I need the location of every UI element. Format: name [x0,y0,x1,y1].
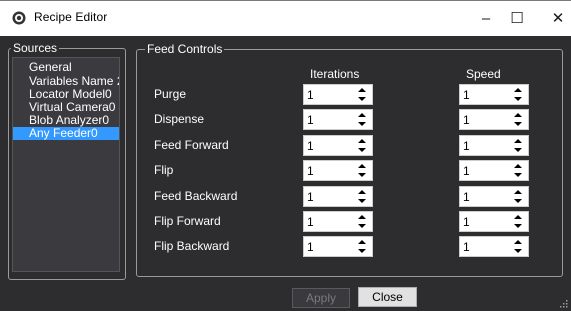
feed-controls-group: Feed Controls Iterations Speed Purge 1 1… [136,42,563,277]
feed-forward-speed-spinner[interactable]: 1 [459,135,529,156]
spinner-value: 1 [463,215,470,229]
apply-button[interactable]: Apply [292,288,350,308]
window-title: Recipe Editor [34,10,108,24]
spinner-arrows-icon[interactable] [514,112,522,127]
spinner-value: 1 [307,164,314,178]
flip-forward-iterations-spinner[interactable]: 1 [303,211,373,232]
spinner-value: 1 [463,240,470,254]
spinner-value: 1 [463,164,470,178]
close-window-button[interactable]: ✕ [535,1,571,37]
spinner-arrows-icon[interactable] [358,112,366,127]
flip-backward-iterations-spinner[interactable]: 1 [303,236,373,257]
recipe-editor-window: Recipe Editor – ☐ ✕ Sources General Vari… [0,0,571,311]
title-bar[interactable]: Recipe Editor – ☐ ✕ [0,0,571,37]
resize-grip-icon[interactable] [560,300,568,308]
flip-backward-speed-spinner[interactable]: 1 [459,236,529,257]
spinner-arrows-icon[interactable] [514,87,522,102]
spinner-arrows-icon[interactable] [358,87,366,102]
spinner-arrows-icon[interactable] [514,163,522,178]
iterations-column-header: Iterations [310,67,360,81]
spinner-value: 1 [307,190,314,204]
sources-group: Sources General Variables Name 2 Locator… [8,41,126,280]
spinner-value: 1 [307,113,314,127]
purge-iterations-spinner[interactable]: 1 [303,84,373,105]
sources-item-any-feeder[interactable]: Any Feeder0 [13,127,119,140]
sources-item-blob-analyzer[interactable]: Blob Analyzer0 [13,114,119,127]
sources-group-label: Sources [11,41,60,55]
spinner-value: 1 [307,240,314,254]
row-label-flip-backward: Flip Backward [154,239,230,253]
maximize-button[interactable]: ☐ [494,1,540,37]
sources-item-virtual-camera[interactable]: Virtual Camera0 [13,101,119,114]
spinner-value: 1 [463,139,470,153]
flip-iterations-spinner[interactable]: 1 [303,160,373,181]
feed-backward-speed-spinner[interactable]: 1 [459,186,529,207]
speed-column-header: Speed [466,67,501,81]
spinner-arrows-icon[interactable] [358,239,366,254]
sources-item-variables[interactable]: Variables Name 2 [13,75,119,88]
spinner-arrows-icon[interactable] [358,214,366,229]
spinner-arrows-icon[interactable] [514,239,522,254]
spinner-arrows-icon[interactable] [514,138,522,153]
spinner-value: 1 [307,88,314,102]
dispense-speed-spinner[interactable]: 1 [459,109,529,130]
client-area: Sources General Variables Name 2 Locator… [0,36,571,311]
spinner-value: 1 [463,113,470,127]
dispense-iterations-spinner[interactable]: 1 [303,109,373,130]
feed-forward-iterations-spinner[interactable]: 1 [303,135,373,156]
row-label-flip-forward: Flip Forward [154,214,221,228]
sources-item-general[interactable]: General [13,61,119,74]
row-label-feed-forward: Feed Forward [154,138,229,152]
row-label-dispense: Dispense [154,112,205,126]
sources-list[interactable]: General Variables Name 2 Locator Model0 … [12,57,120,272]
spinner-value: 1 [463,190,470,204]
row-label-purge: Purge [154,87,187,101]
sources-item-locator[interactable]: Locator Model0 [13,88,119,101]
flip-forward-speed-spinner[interactable]: 1 [459,211,529,232]
row-label-feed-backward: Feed Backward [154,189,238,203]
row-label-flip: Flip [154,163,174,177]
spinner-arrows-icon[interactable] [358,189,366,204]
purge-speed-spinner[interactable]: 1 [459,84,529,105]
app-icon [12,11,26,25]
spinner-value: 1 [307,139,314,153]
feed-controls-label: Feed Controls [145,42,225,56]
close-button[interactable]: Close [358,287,417,307]
spinner-arrows-icon[interactable] [358,163,366,178]
feed-backward-iterations-spinner[interactable]: 1 [303,186,373,207]
spinner-arrows-icon[interactable] [514,214,522,229]
spinner-arrows-icon[interactable] [358,138,366,153]
flip-speed-spinner[interactable]: 1 [459,160,529,181]
spinner-value: 1 [307,215,314,229]
spinner-value: 1 [463,88,470,102]
spinner-arrows-icon[interactable] [514,189,522,204]
